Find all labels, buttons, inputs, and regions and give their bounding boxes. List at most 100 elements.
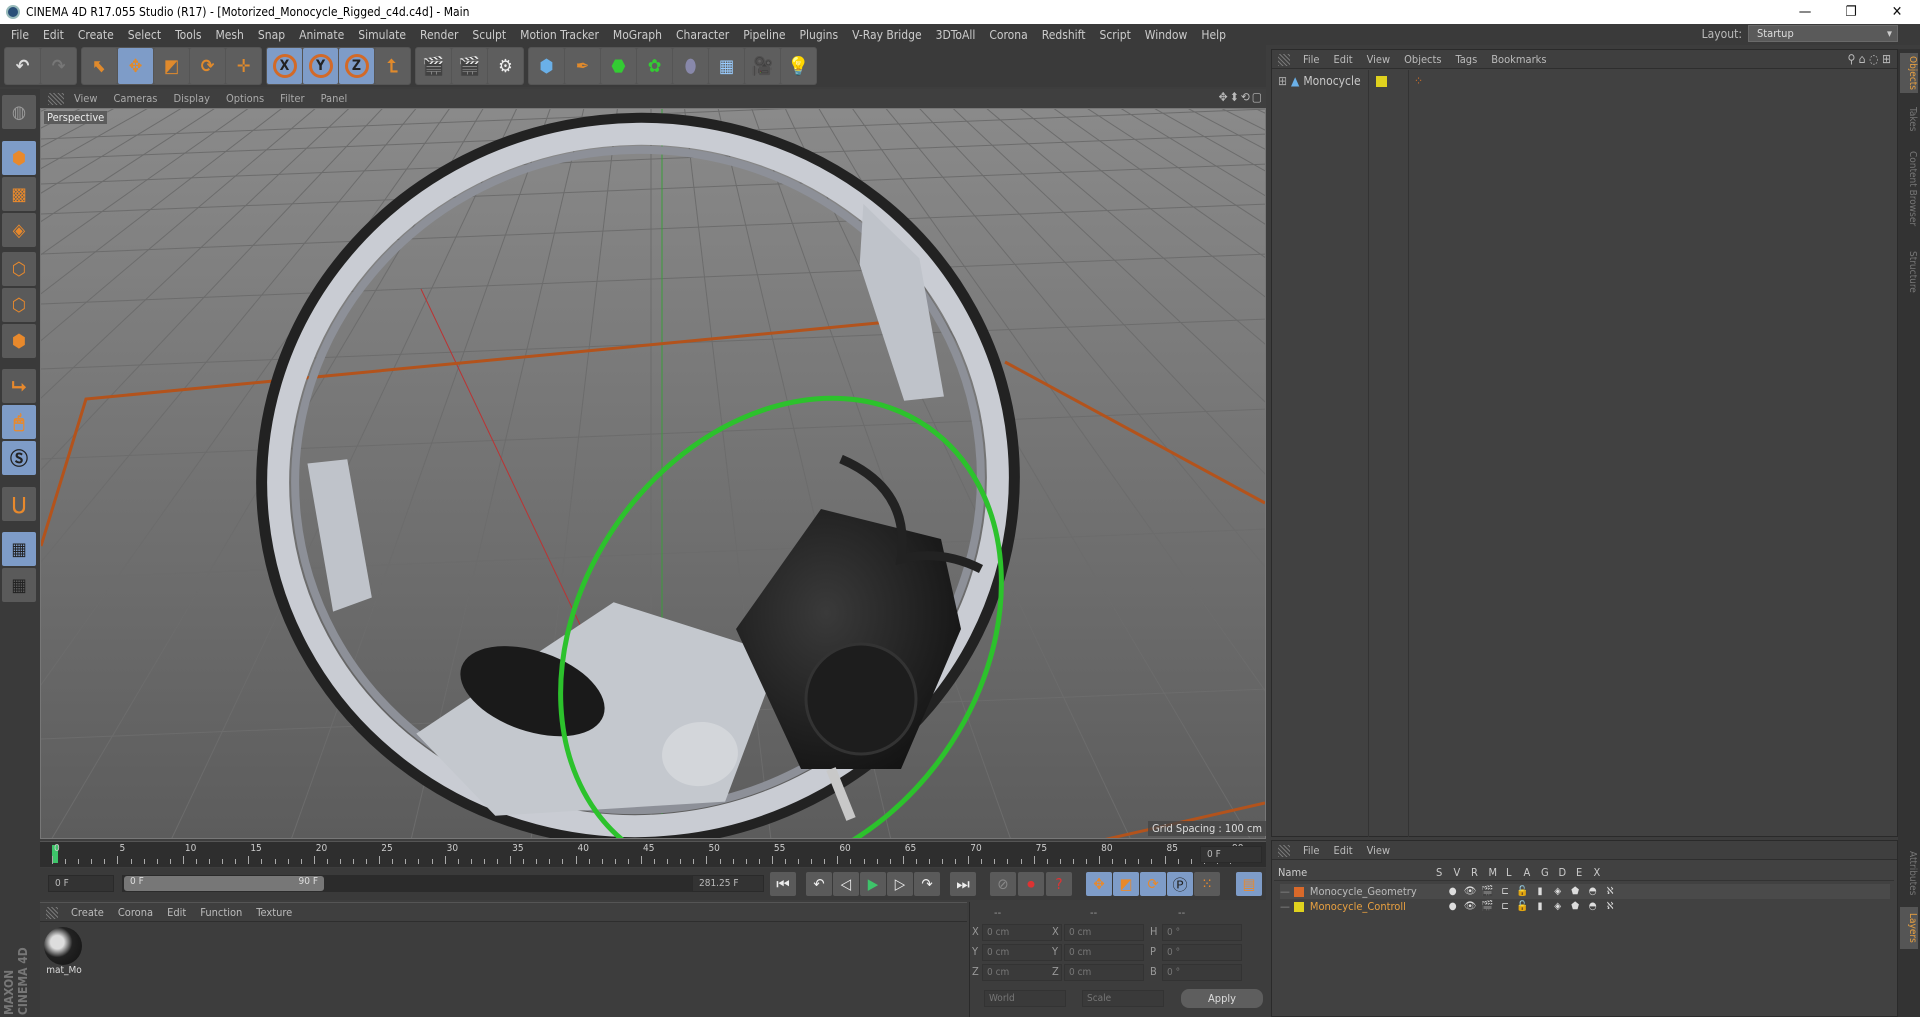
layer-toggle-v-icon[interactable]: 👁 xyxy=(1461,901,1479,912)
menu-function[interactable]: Function xyxy=(193,906,249,919)
layer-column-l[interactable]: L xyxy=(1506,866,1512,879)
menu-pipeline[interactable]: Pipeline xyxy=(736,28,792,42)
menu-file[interactable]: File xyxy=(4,28,36,42)
key-scale-button[interactable]: ◩ xyxy=(1113,872,1139,896)
end-frame-field[interactable]: 281.25 F xyxy=(692,875,764,892)
x-axis-button[interactable]: X xyxy=(267,48,302,84)
layer-toggle-m-icon[interactable]: ⊏ xyxy=(1496,886,1514,897)
menu-3dtoall[interactable]: 3DToAll xyxy=(929,28,983,42)
object-row[interactable]: ⊞ ▲ Monocycle ⁘ xyxy=(1278,74,1423,88)
layer-color-swatch[interactable] xyxy=(1376,76,1387,87)
next-frame-button[interactable]: ▷ xyxy=(887,872,913,896)
layer-toggle-d-icon[interactable]: ⬟ xyxy=(1566,901,1584,912)
key-pla-button[interactable]: ⁙ xyxy=(1194,872,1220,896)
tweak-mode-button[interactable]: 🖱 xyxy=(2,405,36,439)
coordinate-field[interactable]: 0 cm xyxy=(1064,944,1144,961)
cloner-button[interactable]: ✿ xyxy=(637,48,672,84)
viewport-menu-cameras[interactable]: Cameras xyxy=(105,92,165,105)
coordinate-field[interactable]: 0 ° xyxy=(1162,924,1242,941)
rotate-tool-button[interactable]: ⟳ xyxy=(190,48,225,84)
menu-motion-tracker[interactable]: Motion Tracker xyxy=(513,28,606,42)
viewport-menu-filter[interactable]: Filter xyxy=(272,92,312,105)
menu-view[interactable]: View xyxy=(1360,53,1397,66)
tab-structure[interactable]: Structure xyxy=(1900,244,1918,299)
live-selection-button[interactable]: ✛ xyxy=(226,48,261,84)
coordinate-field[interactable]: 0 ° xyxy=(1162,964,1242,981)
menu-render[interactable]: Render xyxy=(413,28,465,42)
tab-objects[interactable]: Objects xyxy=(1900,53,1918,93)
next-key-button[interactable]: ↷ xyxy=(914,872,940,896)
render-settings-button[interactable]: ⚙ xyxy=(488,48,523,84)
coordinate-field[interactable]: 0 cm xyxy=(982,924,1062,941)
camera-button[interactable]: 🎥 xyxy=(745,48,780,84)
coordinate-system-button[interactable]: ⮤ xyxy=(375,48,410,84)
coordinate-mode-dropdown[interactable]: World xyxy=(984,990,1066,1007)
workplane-align-button[interactable]: ▦ xyxy=(2,568,36,602)
viewport-menu-panel[interactable]: Panel xyxy=(313,92,356,105)
render-view-button[interactable]: 🎬 xyxy=(416,48,451,84)
points-mode-button[interactable]: ⬡ xyxy=(2,252,36,286)
layer-toggle-s-icon[interactable]: ● xyxy=(1444,901,1462,912)
key-parameter-button[interactable]: Ⓟ xyxy=(1167,872,1193,896)
coordinate-field[interactable]: 0 cm xyxy=(1064,924,1144,941)
viewport-menu-display[interactable]: Display xyxy=(165,92,217,105)
coordinate-field[interactable]: 0 cm xyxy=(982,964,1062,981)
cube-object-button[interactable]: ⬢ xyxy=(529,48,564,84)
menu-redshift[interactable]: Redshift xyxy=(1035,28,1093,42)
light-button[interactable]: 💡 xyxy=(781,48,816,84)
panel-grip[interactable] xyxy=(1278,845,1290,857)
menu-animate[interactable]: Animate xyxy=(292,28,351,42)
tab-attributes[interactable]: Attributes xyxy=(1900,843,1918,903)
layer-toggle-g-icon[interactable]: ◈ xyxy=(1549,886,1567,897)
previous-frame-button[interactable]: ◁ xyxy=(833,872,859,896)
select-tool-button[interactable]: ⬉ xyxy=(82,48,117,84)
layer-column-d[interactable]: D xyxy=(1559,866,1567,879)
layer-column-e[interactable]: E xyxy=(1576,866,1582,879)
menu-create[interactable]: Create xyxy=(71,28,121,42)
layer-toggle-x-icon[interactable]: ℵ xyxy=(1601,901,1619,912)
object-manager-icons[interactable]: ⚲ ⌂ ◌ ⊞ xyxy=(1847,52,1891,66)
menu-edit[interactable]: Edit xyxy=(1326,53,1359,66)
layer-toggle-a-icon[interactable]: ▮ xyxy=(1531,886,1549,897)
layer-toggle-m-icon[interactable]: ⊏ xyxy=(1496,901,1514,912)
layer-toggle-l-icon[interactable]: 🔓 xyxy=(1514,886,1532,897)
timeline-button[interactable]: ▤ xyxy=(1236,872,1262,896)
layer-row[interactable]: — Monocycle_Controll ● 👁 🎬 ⊏ 🔓 ▮ ◈ ⬟ ◓ ℵ xyxy=(1280,899,1890,914)
layout-dropdown[interactable]: Startup xyxy=(1748,25,1898,42)
camera-label[interactable]: Perspective xyxy=(44,111,108,124)
3d-viewport[interactable] xyxy=(40,108,1266,839)
menu-mograph[interactable]: MoGraph xyxy=(606,28,669,42)
menu-v-ray-bridge[interactable]: V-Ray Bridge xyxy=(845,28,928,42)
viewport-menu-options[interactable]: Options xyxy=(218,92,272,105)
restore-button[interactable]: ❐ xyxy=(1828,4,1874,20)
menu-view[interactable]: View xyxy=(1360,844,1397,857)
menu-bookmarks[interactable]: Bookmarks xyxy=(1484,53,1553,66)
menu-script[interactable]: Script xyxy=(1092,28,1137,42)
floor-button[interactable]: ▦ xyxy=(709,48,744,84)
key-position-button[interactable]: ✥ xyxy=(1086,872,1112,896)
texture-mode-button[interactable]: ▩ xyxy=(2,177,36,211)
go-to-start-button[interactable]: ⏮ xyxy=(770,872,796,896)
menu-tags[interactable]: Tags xyxy=(1449,53,1485,66)
layer-toggle-l-icon[interactable]: 🔓 xyxy=(1514,901,1532,912)
menu-texture[interactable]: Texture xyxy=(249,906,299,919)
coordinate-field[interactable]: 0 cm xyxy=(982,944,1062,961)
menu-file[interactable]: File xyxy=(1296,844,1326,857)
tag-icon[interactable]: ⁘ xyxy=(1414,74,1423,88)
tab-content-browser[interactable]: Content Browser xyxy=(1900,144,1918,234)
layer-toggle-x-icon[interactable]: ℵ xyxy=(1601,886,1619,897)
menu-plugins[interactable]: Plugins xyxy=(792,28,845,42)
keyframe-selection-button[interactable]: ? xyxy=(1046,872,1072,896)
pen-spline-button[interactable]: ✒ xyxy=(565,48,600,84)
material-swatch[interactable]: mat_Mo xyxy=(44,927,84,981)
axis-mode-button[interactable]: ⮡ xyxy=(2,369,36,403)
layer-color-swatch[interactable] xyxy=(1293,901,1304,912)
layer-toggle-s-icon[interactable]: ● xyxy=(1444,886,1462,897)
menu-character[interactable]: Character xyxy=(669,28,736,42)
layer-column-m[interactable]: M xyxy=(1489,866,1498,879)
menu-tools[interactable]: Tools xyxy=(168,28,208,42)
make-editable-button[interactable]: ◍ xyxy=(2,95,36,129)
layer-column-v[interactable]: V xyxy=(1454,866,1461,879)
menu-snap[interactable]: Snap xyxy=(251,28,292,42)
layer-toggle-a-icon[interactable]: ▮ xyxy=(1531,901,1549,912)
